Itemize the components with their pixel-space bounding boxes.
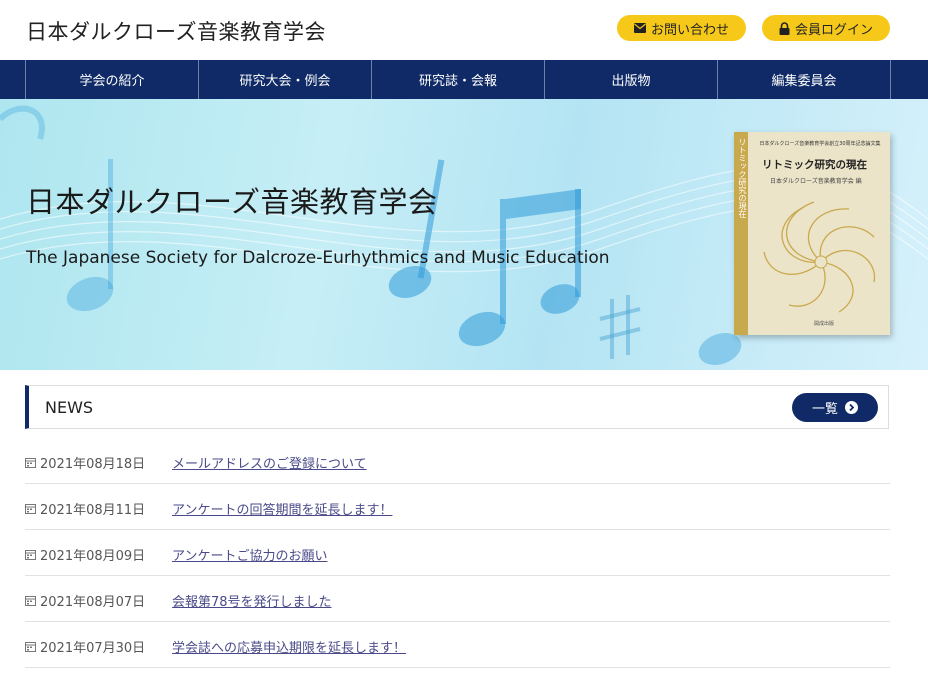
book-title: リトミック研究の現在 xyxy=(762,159,867,171)
news-header: NEWS 一覧 xyxy=(25,385,889,429)
book-cover-image[interactable]: リトミック研究の現在 日本ダルクローズ音楽教育学会創立30周年記念論文集 リトミ… xyxy=(734,132,890,335)
news-date: 2021年07月30日 xyxy=(40,641,146,656)
news-link[interactable]: 学会誌への応募申込期限を延長します！ xyxy=(172,637,406,656)
site-title[interactable]: 日本ダルクローズ音楽教育学会 xyxy=(26,16,326,46)
book-publisher: 開成出版 xyxy=(814,321,835,327)
book-spine: リトミック研究の現在 xyxy=(734,132,748,335)
news-item: 2021年08月09日 アンケートご協力のお願い xyxy=(25,530,890,576)
news-list-button[interactable]: 一覧 xyxy=(792,393,878,422)
news-item: 2021年08月11日 アンケートの回答期間を延長します！ xyxy=(25,484,890,530)
hero-title: 日本ダルクローズ音楽教育学会 xyxy=(26,185,438,219)
calendar-icon xyxy=(25,458,36,468)
news-date: 2021年08月07日 xyxy=(40,595,146,610)
hero-banner: 日本ダルクローズ音楽教育学会 The Japanese Society for … xyxy=(0,99,928,370)
login-button[interactable]: 会員ログイン xyxy=(762,15,890,41)
news-heading: NEWS xyxy=(45,398,94,417)
news-item: 2021年08月18日 メールアドレスのご登録について xyxy=(25,438,890,484)
news-link[interactable]: アンケートの回答期間を延長します！ xyxy=(172,499,392,518)
book-author: 日本ダルクローズ音楽教育学会 編 xyxy=(770,178,862,185)
news-list: 2021年08月18日 メールアドレスのご登録について 2021年08月11日 … xyxy=(25,438,890,668)
nav-item-conference[interactable]: 研究大会・例会 xyxy=(199,60,372,99)
site-header: 日本ダルクローズ音楽教育学会 お問い合わせ 会員ログイン xyxy=(0,0,928,60)
calendar-icon xyxy=(25,504,36,514)
calendar-icon xyxy=(25,550,36,560)
contact-label: お問い合わせ xyxy=(650,22,729,38)
news-item: 2021年08月07日 会報第78号を発行しました xyxy=(25,576,890,622)
news-item: 2021年07月30日 学会誌への応募申込期限を延長します！ xyxy=(25,622,890,668)
calendar-icon xyxy=(25,596,36,606)
book-spine-title: リトミック研究の現在 xyxy=(738,138,747,218)
book-top-text: 日本ダルクローズ音楽教育学会創立30周年記念論文集 xyxy=(759,141,881,147)
nav-item-publications[interactable]: 出版物 xyxy=(545,60,718,99)
contact-button[interactable]: お問い合わせ xyxy=(617,15,746,41)
login-label: 会員ログイン xyxy=(794,22,873,38)
news-link[interactable]: 会報第78号を発行しました xyxy=(172,591,332,610)
envelope-icon xyxy=(633,23,646,33)
lock-icon xyxy=(779,21,790,35)
news-list-label: 一覧 xyxy=(811,402,838,417)
main-nav: 学会の紹介 研究大会・例会 研究誌・会報 出版物 編集委員会 xyxy=(0,60,928,99)
news-date: 2021年08月18日 xyxy=(40,457,146,472)
news-link[interactable]: メールアドレスのご登録について xyxy=(172,453,367,472)
chevron-circle-right-icon xyxy=(845,401,858,414)
news-link[interactable]: アンケートご協力のお願い xyxy=(172,545,327,564)
hero-subtitle: The Japanese Society for Dalcroze-Eurhyt… xyxy=(26,248,610,268)
nav-item-journal[interactable]: 研究誌・会報 xyxy=(372,60,545,99)
nav-item-editorial[interactable]: 編集委員会 xyxy=(718,60,891,99)
news-date: 2021年08月09日 xyxy=(40,549,146,564)
news-date: 2021年08月11日 xyxy=(40,503,146,518)
nav-item-about[interactable]: 学会の紹介 xyxy=(26,60,199,99)
calendar-icon xyxy=(25,642,36,652)
book-swirl-graphic xyxy=(763,201,876,313)
